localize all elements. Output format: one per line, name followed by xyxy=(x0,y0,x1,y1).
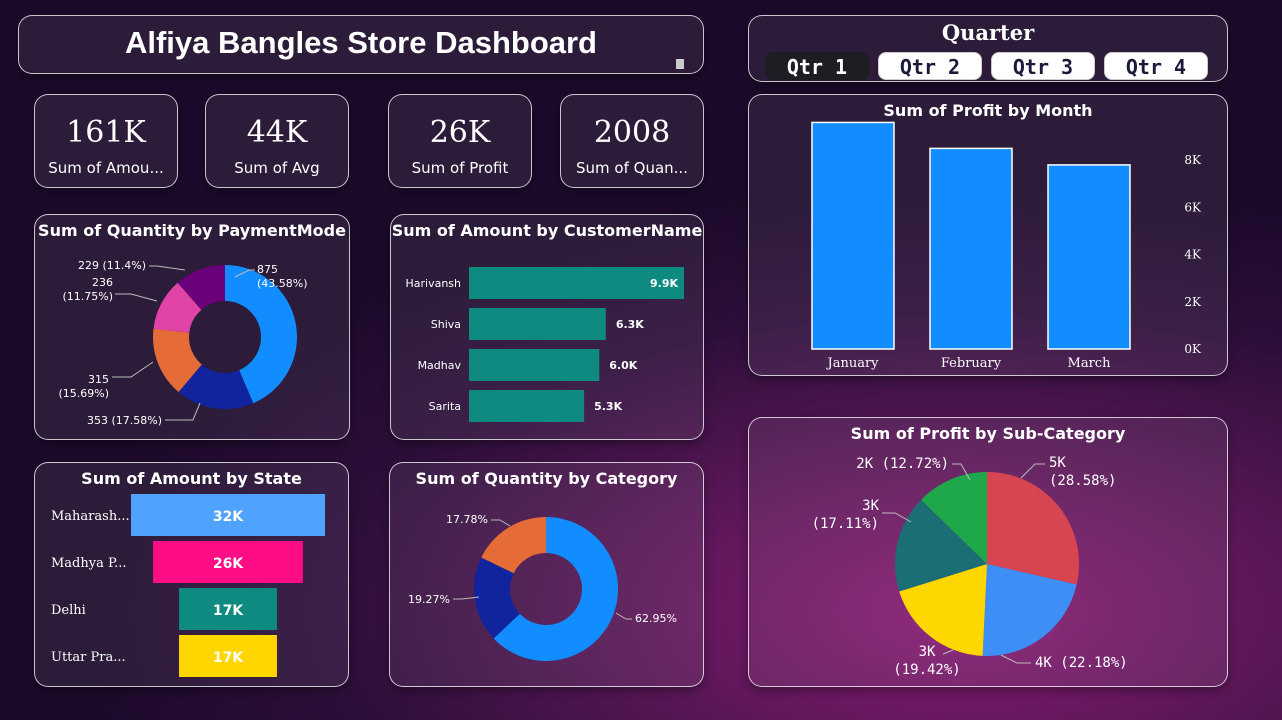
x-tick-label: January xyxy=(825,356,879,371)
customer-chart-card: Sum of Amount by CustomerName Harivansh 9… xyxy=(390,214,704,440)
leader-line xyxy=(942,649,954,655)
x-tick-label: February xyxy=(941,356,1002,371)
y-tick-label: 2K xyxy=(1184,295,1202,309)
quarter-slicer: Quarter Qtr 1 Qtr 2 Qtr 3 Qtr 4 xyxy=(748,15,1228,82)
dashboard-title-card: Alfiya Bangles Store Dashboard xyxy=(18,15,704,74)
data-label: 17.78% xyxy=(446,513,488,526)
data-label: 4K (22.18%) xyxy=(1035,655,1128,671)
leader-line xyxy=(149,265,186,271)
kpi-card-quantity: 2008 Sum of Quan... xyxy=(560,94,704,188)
quarter-button-qtr3[interactable]: Qtr 3 xyxy=(991,52,1095,80)
leader-line xyxy=(1000,654,1031,664)
customer-data-label: 5.3K xyxy=(594,400,622,413)
quarter-slicer-title: Quarter xyxy=(941,20,1035,45)
quarter-button-qtr4[interactable]: Qtr 4 xyxy=(1104,52,1208,80)
kpi-label: Sum of Quan... xyxy=(576,159,688,177)
customer-label: Shiva xyxy=(431,318,461,331)
data-label: 229 (11.4%) xyxy=(78,259,146,272)
payment-mode-chart-card: Sum of Quantity by PaymentMode 875 (43.58… xyxy=(34,214,350,440)
kpi-card-profit: 26K Sum of Profit xyxy=(388,94,532,188)
kpi-card-amount: 161K Sum of Amou... xyxy=(34,94,178,188)
customer-data-label: 6.0K xyxy=(609,359,637,372)
customer-bar xyxy=(469,308,606,340)
state-label: Maharash... xyxy=(51,509,130,524)
customer-label: Madhav xyxy=(418,359,462,372)
state-chart-card: Sum of Amount by State Maharash... 32K Mad… xyxy=(34,462,349,687)
data-label: 353 (17.58%) xyxy=(87,414,162,427)
customer-data-label: 6.3K xyxy=(616,318,644,331)
category-donut-chart: 62.95% 19.27% 17.78% xyxy=(408,513,677,661)
category-chart-card: Sum of Quantity by Category 62.95% 19.27%… xyxy=(389,462,704,687)
kpi-value: 161K xyxy=(66,115,146,150)
resize-handle-icon xyxy=(676,59,684,69)
data-label: 62.95% xyxy=(635,612,677,625)
kpi-label: Sum of Amou... xyxy=(48,159,164,177)
subcategory-chart-card: Sum of Profit by Sub-Category 5K (28.58%)… xyxy=(748,417,1228,687)
leader-line xyxy=(165,402,201,421)
data-label: 2K (12.72%) xyxy=(856,456,949,472)
y-tick-label: 8K xyxy=(1184,153,1202,167)
state-funnel-chart: Maharash... 32K Madhya P... 26K Delhi 17K Utta… xyxy=(51,494,325,677)
data-label: 315 (15.69%) xyxy=(58,373,109,400)
y-tick-label: 4K xyxy=(1184,248,1202,262)
y-tick-label: 6K xyxy=(1184,200,1202,214)
y-tick-label: 0K xyxy=(1184,342,1202,356)
leader-line xyxy=(1020,463,1045,479)
kpi-value: 44K xyxy=(246,115,308,150)
state-label: Delhi xyxy=(51,603,86,618)
quarter-button-qtr2[interactable]: Qtr 2 xyxy=(878,52,982,80)
month-bar xyxy=(929,147,1013,350)
data-label: 3K (19.42%) xyxy=(893,644,960,678)
data-label: 236 (11.75%) xyxy=(62,276,113,303)
leader-line xyxy=(615,612,632,620)
customer-label: Sarita xyxy=(429,400,461,413)
state-data-label: 17K xyxy=(213,650,244,666)
dashboard-title: Alfiya Bangles Store Dashboard xyxy=(124,25,597,60)
month-bar xyxy=(811,121,895,350)
state-data-label: 17K xyxy=(213,603,244,619)
month-bar xyxy=(1047,164,1131,350)
leader-line xyxy=(491,519,511,527)
kpi-value: 26K xyxy=(429,115,491,150)
data-label: 5K (28.58%) xyxy=(1049,455,1116,489)
kpi-card-avg: 44K Sum of Avg xyxy=(205,94,349,188)
profit-month-column-chart: 0K 2K 4K 6K 8K January February March xyxy=(811,121,1202,371)
profit-month-chart-card: Sum of Profit by Month 0K 2K 4K 6K 8K January… xyxy=(748,94,1228,376)
quarter-button-qtr1[interactable]: Qtr 1 xyxy=(765,52,869,80)
data-label: 875 (43.58%) xyxy=(257,263,308,290)
kpi-label: Sum of Avg xyxy=(234,159,320,177)
customer-bar xyxy=(469,349,600,381)
payment-mode-donut-chart: 875 (43.58%) 353 (17.58%) 315 (15.69%) 236 (11… xyxy=(58,259,308,427)
leader-line xyxy=(115,293,158,302)
kpi-label: Sum of Profit xyxy=(411,159,509,177)
data-label: 19.27% xyxy=(408,593,450,606)
state-data-label: 26K xyxy=(213,556,244,572)
data-label: 3K (17.11%) xyxy=(812,498,880,532)
customer-label: Harivansh xyxy=(405,277,461,290)
customer-bar xyxy=(469,390,585,422)
customer-data-label: 9.9K xyxy=(650,277,678,290)
subcategory-pie-chart: 5K (28.58%) 4K (22.18%) 3K (19.42%) 3K (17.11%… xyxy=(812,455,1128,678)
kpi-value: 2008 xyxy=(593,115,671,150)
state-label: Madhya P... xyxy=(51,556,127,571)
leader-line xyxy=(112,361,154,378)
customer-bar-chart: Harivansh 9.9K Shiva 6.3K Madhav 6.0K Sarita 5.… xyxy=(405,267,684,422)
state-label: Uttar Pra... xyxy=(51,650,126,665)
x-tick-label: March xyxy=(1068,356,1112,371)
state-data-label: 32K xyxy=(213,509,244,525)
